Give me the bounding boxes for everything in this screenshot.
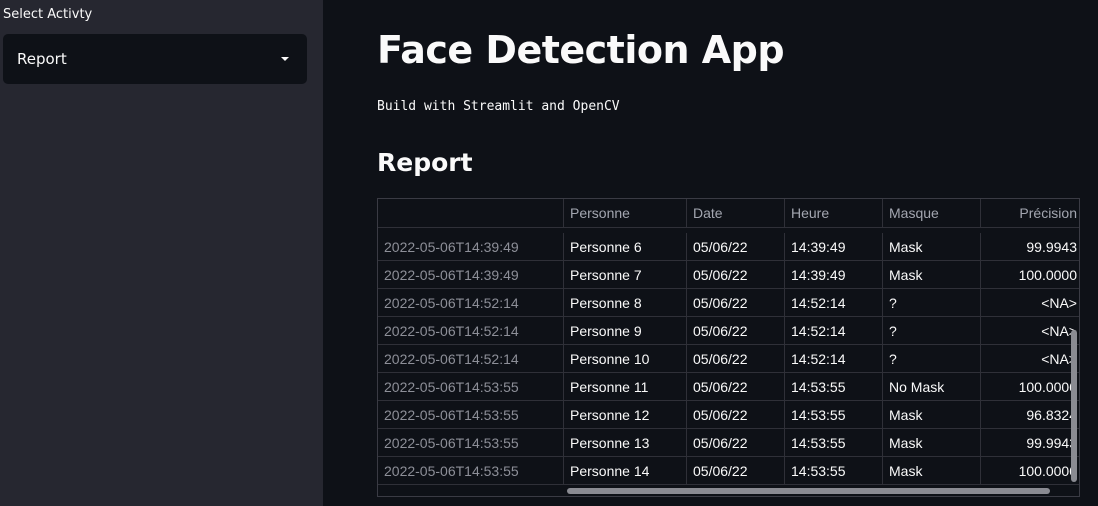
section-title: Report <box>377 148 473 177</box>
cell-date[interactable]: 05/06/22 <box>687 373 785 401</box>
cell-precision[interactable]: 100.0000 <box>981 373 1079 401</box>
cell-personne[interactable]: Personne 12 <box>564 401 687 429</box>
cell-index[interactable]: 2022-05-06T14:53:55 <box>378 429 564 457</box>
cell-precision[interactable]: 99.9943 <box>981 429 1079 457</box>
cell-masque[interactable]: Mask <box>883 233 981 261</box>
cell-heure[interactable]: 14:39:49 <box>785 233 883 261</box>
caret-down-icon <box>281 57 289 61</box>
cell-precision[interactable]: <NA> <box>981 289 1079 317</box>
table-header-row: Personne Date Heure Masque Précision <box>378 199 1079 228</box>
cell-masque[interactable]: Mask <box>883 429 981 457</box>
cell-date[interactable]: 05/06/22 <box>687 401 785 429</box>
page-title: Face Detection App <box>377 28 785 72</box>
table-row[interactable]: 2022-05-06T14:53:55 Personne 14 05/06/22 14… <box>378 457 1079 485</box>
cell-index[interactable]: 2022-05-06T14:53:55 <box>378 401 564 429</box>
cell-heure[interactable]: 14:52:14 <box>785 317 883 345</box>
cell-index[interactable]: 2022-05-06T14:52:14 <box>378 289 564 317</box>
cell-date[interactable]: 05/06/22 <box>687 429 785 457</box>
cell-date[interactable]: 05/06/22 <box>687 261 785 289</box>
cell-precision[interactable]: <NA> <box>981 345 1079 373</box>
cell-precision[interactable]: <NA> <box>981 317 1079 345</box>
cell-date[interactable]: 05/06/22 <box>687 345 785 373</box>
cell-index[interactable]: 2022-05-06T14:53:55 <box>378 457 564 485</box>
cell-masque[interactable]: Mask <box>883 261 981 289</box>
cell-personne[interactable]: Personne 13 <box>564 429 687 457</box>
column-header-precision[interactable]: Précision <box>981 199 1079 228</box>
cell-masque[interactable]: Mask <box>883 457 981 485</box>
cell-heure[interactable]: 14:53:55 <box>785 457 883 485</box>
column-header-personne[interactable]: Personne <box>564 199 687 228</box>
table-row[interactable]: 2022-05-06T14:53:55 Personne 11 05/06/22 14… <box>378 373 1079 401</box>
report-table[interactable]: Personne Date Heure Masque Précision 202… <box>377 198 1080 497</box>
table-row[interactable]: 2022-05-06T14:39:49 Personne 7 05/06/22 14:… <box>378 261 1079 289</box>
cell-index[interactable]: 2022-05-06T14:39:49 <box>378 261 564 289</box>
cell-date[interactable]: 05/06/22 <box>687 457 785 485</box>
cell-masque[interactable]: ? <box>883 345 981 373</box>
cell-personne[interactable]: Personne 14 <box>564 457 687 485</box>
table-row[interactable]: 2022-05-06T14:52:14 Personne 9 05/06/22 14:… <box>378 317 1079 345</box>
cell-precision[interactable]: 96.8324 <box>981 401 1079 429</box>
activity-select[interactable]: Report <box>3 34 307 84</box>
cell-index[interactable]: 2022-05-06T14:53:55 <box>378 373 564 401</box>
page-subtitle: Build with Streamlit and OpenCV <box>377 99 620 114</box>
cell-date[interactable]: 05/06/22 <box>687 317 785 345</box>
cell-precision[interactable]: 99.9943 <box>981 233 1079 261</box>
vertical-scrollbar[interactable] <box>1071 330 1077 482</box>
column-header-masque[interactable]: Masque <box>883 199 981 228</box>
cell-heure[interactable]: 14:39:49 <box>785 261 883 289</box>
select-activity-label: Select Activty <box>3 7 93 22</box>
cell-precision[interactable]: 100.0000 <box>981 261 1079 289</box>
table-row[interactable]: 2022-05-06T14:52:14 Personne 10 05/06/22 14… <box>378 345 1079 373</box>
cell-index[interactable]: 2022-05-06T14:52:14 <box>378 317 564 345</box>
cell-heure[interactable]: 14:52:14 <box>785 289 883 317</box>
column-header-date[interactable]: Date <box>687 199 785 228</box>
cell-heure[interactable]: 14:52:14 <box>785 345 883 373</box>
cell-personne[interactable]: Personne 11 <box>564 373 687 401</box>
cell-masque[interactable]: ? <box>883 317 981 345</box>
cell-personne[interactable]: Personne 7 <box>564 261 687 289</box>
cell-heure[interactable]: 14:53:55 <box>785 429 883 457</box>
column-header-heure[interactable]: Heure <box>785 199 883 228</box>
cell-personne[interactable]: Personne 8 <box>564 289 687 317</box>
column-header-index[interactable] <box>378 199 564 228</box>
table-row[interactable]: 2022-05-06T14:39:49 Personne 6 05/06/22 14:… <box>378 233 1079 261</box>
cell-heure[interactable]: 14:53:55 <box>785 373 883 401</box>
table-row[interactable]: 2022-05-06T14:53:55 Personne 12 05/06/22 14… <box>378 401 1079 429</box>
cell-personne[interactable]: Personne 6 <box>564 233 687 261</box>
cell-date[interactable]: 05/06/22 <box>687 233 785 261</box>
cell-personne[interactable]: Personne 10 <box>564 345 687 373</box>
horizontal-scrollbar[interactable] <box>567 488 1050 494</box>
table-row[interactable]: 2022-05-06T14:53:55 Personne 13 05/06/22 14… <box>378 429 1079 457</box>
cell-masque[interactable]: ? <box>883 289 981 317</box>
cell-masque[interactable]: No Mask <box>883 373 981 401</box>
table-row[interactable]: 2022-05-06T14:52:14 Personne 8 05/06/22 14:… <box>378 289 1079 317</box>
cell-date[interactable]: 05/06/22 <box>687 289 785 317</box>
cell-masque[interactable]: Mask <box>883 401 981 429</box>
cell-index[interactable]: 2022-05-06T14:52:14 <box>378 345 564 373</box>
cell-precision[interactable]: 100.0000 <box>981 457 1079 485</box>
cell-heure[interactable]: 14:53:55 <box>785 401 883 429</box>
cell-personne[interactable]: Personne 9 <box>564 317 687 345</box>
sidebar: Select Activty Report <box>0 0 323 506</box>
cell-index[interactable]: 2022-05-06T14:39:49 <box>378 233 564 261</box>
activity-select-value: Report <box>17 50 67 68</box>
